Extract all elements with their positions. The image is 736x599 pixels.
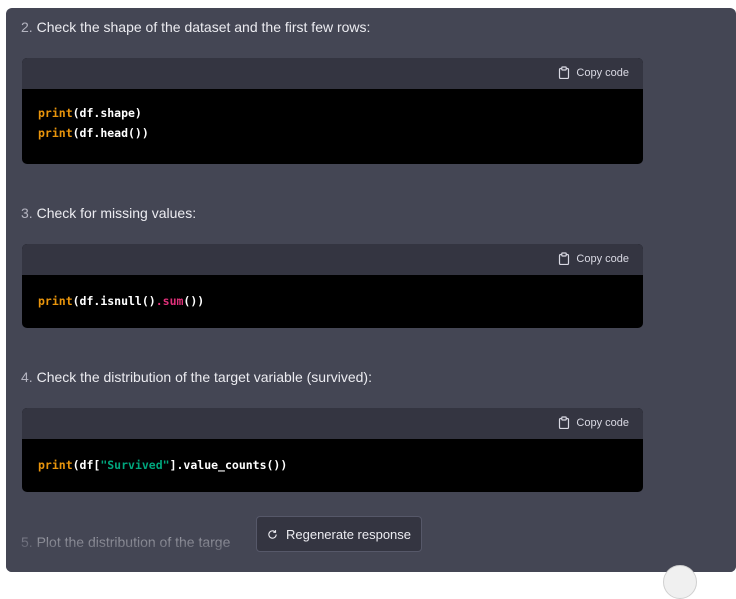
clipboard-icon — [559, 66, 570, 79]
code-line: print(df.shape) — [38, 103, 627, 123]
step-number: 5. — [21, 534, 33, 550]
copy-code-button[interactable]: Copy code — [558, 416, 629, 429]
code-token: ].value_counts()) — [169, 458, 288, 472]
copy-code-label: Copy code — [576, 66, 629, 79]
code-line: print(df.isnull().sum()) — [38, 291, 627, 311]
code-token: print — [38, 106, 73, 120]
code-token: ()) — [183, 294, 205, 308]
step-5: 5. Plot the distribution of the targe — [21, 534, 230, 550]
step-text: Check the distribution of the target var… — [36, 369, 372, 385]
code-line: print(df.head()) — [38, 123, 627, 143]
regenerate-response-button[interactable]: Regenerate response — [256, 516, 422, 552]
clipboard-icon — [559, 252, 570, 265]
copy-code-label: Copy code — [576, 252, 629, 265]
regenerate-label: Regenerate response — [285, 526, 412, 542]
code-token: .sum — [155, 294, 184, 308]
step-number: 2. — [21, 19, 33, 35]
step-number: 3. — [21, 205, 33, 221]
step-4: 4. Check the distribution of the target … — [21, 369, 372, 385]
copy-code-button[interactable]: Copy code — [558, 252, 629, 265]
code-token: print — [38, 458, 73, 472]
code-token: print — [38, 294, 73, 308]
code-block: Copy code print(df["Survived"].value_cou… — [22, 408, 643, 492]
copy-code-label: Copy code — [576, 416, 629, 429]
code-content: print(df["Survived"].value_counts()) — [22, 439, 643, 475]
code-token: "Survived" — [100, 458, 170, 472]
chat-response-panel: 2. Check the shape of the dataset and th… — [6, 8, 736, 572]
step-3: 3. Check for missing values: — [21, 205, 196, 221]
code-content: print(df.isnull().sum()) — [22, 275, 643, 311]
code-token: (df.isnull() — [72, 294, 156, 308]
step-2: 2. Check the shape of the dataset and th… — [21, 19, 370, 35]
code-block-header: Copy code — [22, 408, 643, 439]
scroll-to-bottom-button[interactable] — [663, 565, 697, 599]
code-token: print — [38, 126, 73, 140]
code-token: (df.shape) — [72, 106, 142, 120]
refresh-icon — [268, 529, 277, 539]
step-text: Check the shape of the dataset and the f… — [36, 19, 371, 35]
clipboard-icon — [559, 416, 570, 429]
code-block-header: Copy code — [22, 244, 643, 275]
step-number: 4. — [21, 369, 33, 385]
code-token: (df.head()) — [72, 126, 149, 140]
code-line: print(df["Survived"].value_counts()) — [38, 455, 627, 475]
code-block-header: Copy code — [22, 58, 643, 89]
step-text: Check for missing values: — [36, 205, 197, 221]
code-block: Copy code print(df.shape) print(df.head()… — [22, 58, 643, 164]
step-text: Plot the distribution of the targe — [36, 534, 231, 550]
code-content: print(df.shape) print(df.head()) — [22, 89, 643, 143]
copy-code-button[interactable]: Copy code — [558, 66, 629, 79]
code-block: Copy code print(df.isnull().sum()) — [22, 244, 643, 328]
code-token: (df[ — [72, 458, 101, 472]
